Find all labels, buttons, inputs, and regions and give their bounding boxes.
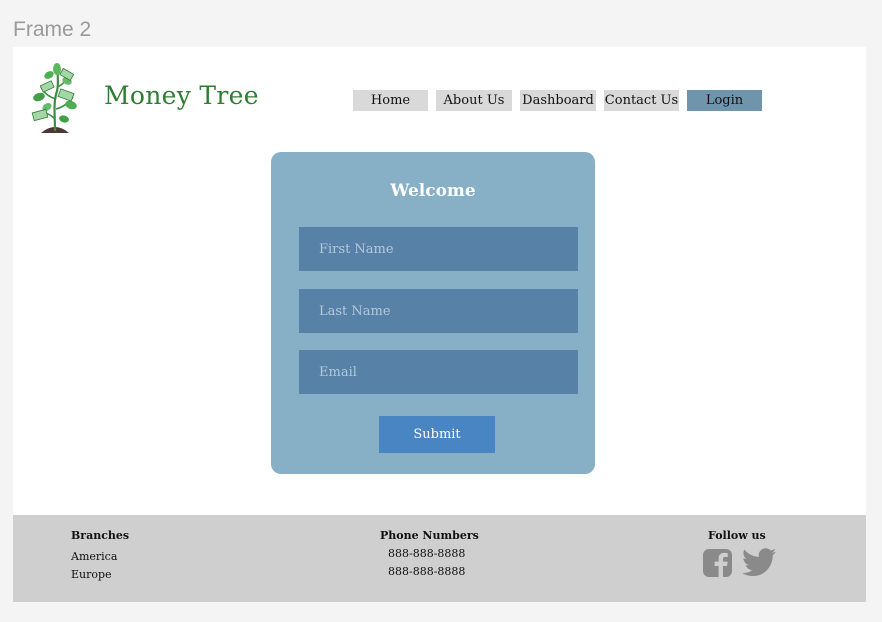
money-tree-logo-icon [31, 63, 77, 133]
facebook-icon[interactable] [703, 548, 733, 578]
phone-number: 888-888-8888 [388, 565, 466, 578]
phone-number: 888-888-8888 [388, 547, 466, 560]
nav-home-button[interactable]: Home [353, 90, 428, 111]
twitter-icon[interactable] [743, 548, 777, 578]
page-canvas: Money Tree Home About Us Dashboard Conta… [13, 47, 866, 602]
branch-america: America [71, 550, 118, 563]
page-footer: Branches America Europe Phone Numbers 88… [13, 515, 866, 602]
phone-numbers-heading: Phone Numbers [380, 529, 479, 542]
nav-contact-us-button[interactable]: Contact Us [604, 90, 679, 111]
brand-name: Money Tree [104, 81, 259, 110]
follow-us-heading: Follow us [708, 529, 766, 542]
nav-about-us-button[interactable]: About Us [436, 90, 512, 111]
nav-login-button[interactable]: Login [687, 90, 762, 111]
submit-button[interactable]: Submit [379, 416, 495, 453]
first-name-input[interactable] [299, 227, 578, 271]
branches-heading: Branches [71, 529, 130, 542]
branch-europe: Europe [71, 568, 112, 581]
email-input[interactable] [299, 350, 578, 394]
form-title: Welcome [390, 181, 476, 201]
last-name-input[interactable] [299, 289, 578, 333]
nav-dashboard-button[interactable]: Dashboard [520, 90, 596, 111]
frame-label: Frame 2 [13, 18, 92, 41]
welcome-form-card: Welcome Submit [271, 152, 595, 474]
